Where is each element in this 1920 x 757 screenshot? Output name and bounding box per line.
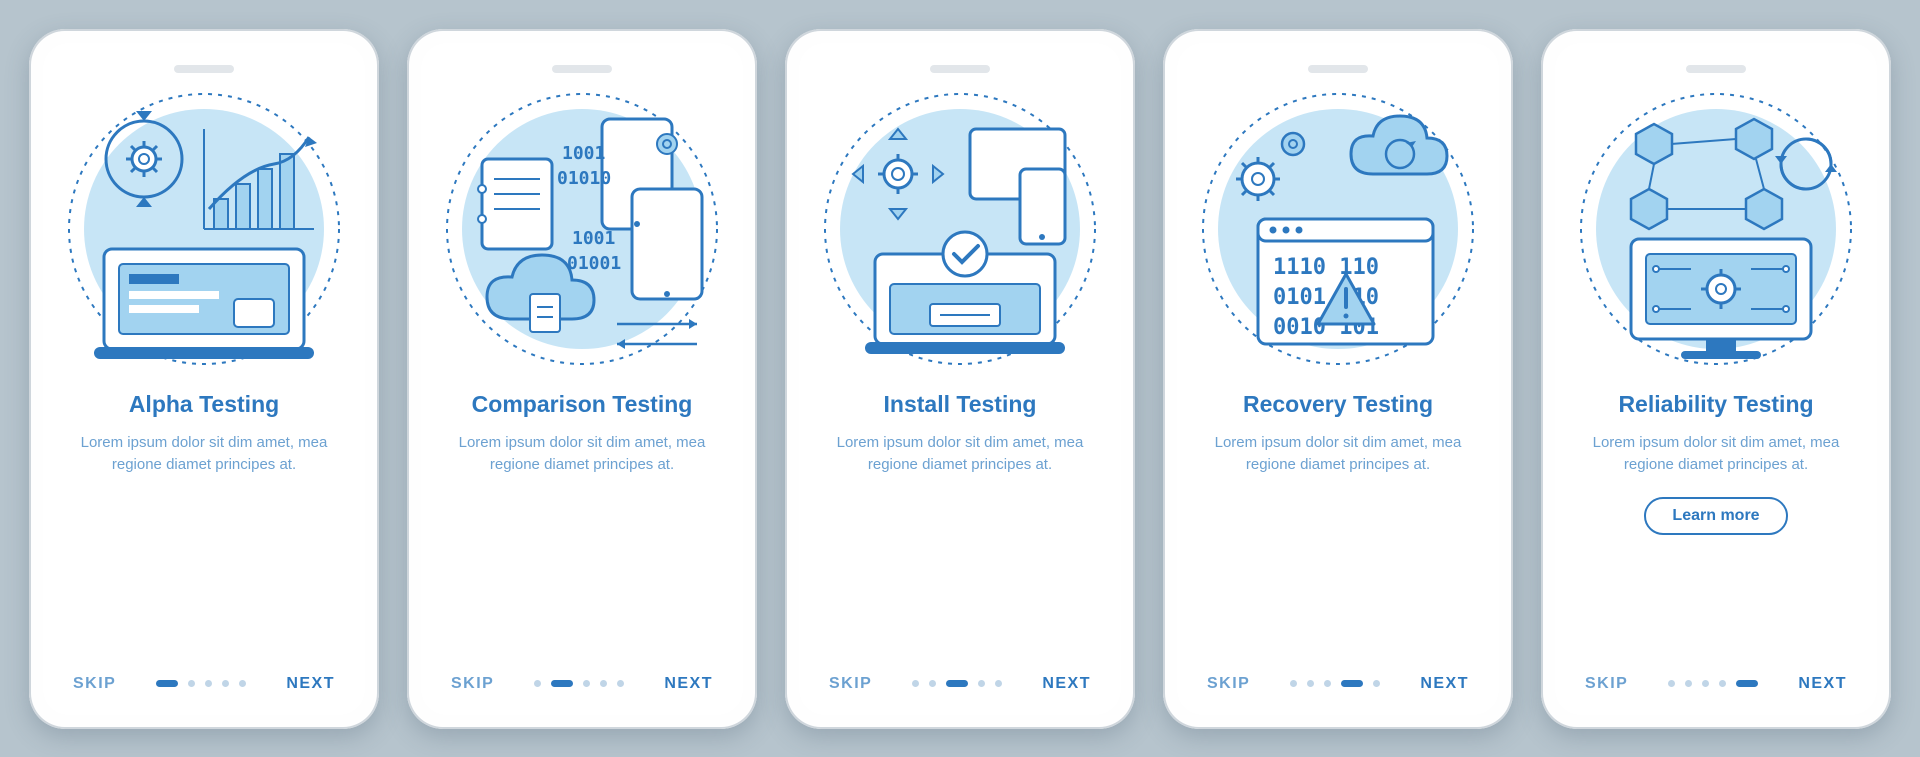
next-button[interactable]: NEXT <box>1042 675 1091 693</box>
recovery-testing-icon: 1110 110 0101 010 0010 101 <box>1198 89 1478 369</box>
dot[interactable] <box>1307 680 1314 687</box>
screen-description: Lorem ipsum dolor sit dim amet, mea regi… <box>1586 432 1846 477</box>
learn-more-button[interactable]: Learn more <box>1644 497 1787 535</box>
screen-title: Install Testing <box>884 391 1037 418</box>
dot[interactable] <box>1702 680 1709 687</box>
svg-text:1001: 1001 <box>562 143 605 164</box>
dot[interactable] <box>583 680 590 687</box>
dot[interactable] <box>205 680 212 687</box>
dot[interactable] <box>1668 680 1675 687</box>
page-indicator <box>912 680 1002 687</box>
page-indicator <box>1668 680 1758 687</box>
next-button[interactable]: NEXT <box>1798 675 1847 693</box>
onboarding-screen: Reliability Testing Lorem ipsum dolor si… <box>1555 43 1877 715</box>
screen-title: Reliability Testing <box>1618 391 1813 418</box>
phone-mockup: Install Testing Lorem ipsum dolor sit di… <box>785 29 1135 729</box>
phone-speaker <box>930 65 990 73</box>
comparison-testing-icon: 1001 01010 1001 01001 <box>442 89 722 369</box>
dot[interactable] <box>978 680 985 687</box>
dot[interactable] <box>1685 680 1692 687</box>
skip-button[interactable]: SKIP <box>73 675 116 693</box>
next-button[interactable]: NEXT <box>1420 675 1469 693</box>
screen-description: Lorem ipsum dolor sit dim amet, mea regi… <box>830 432 1090 477</box>
phone-speaker <box>174 65 234 73</box>
phone-mockup: Alpha Testing Lorem ipsum dolor sit dim … <box>29 29 379 729</box>
page-indicator <box>1290 680 1380 687</box>
dot[interactable] <box>995 680 1002 687</box>
skip-button[interactable]: SKIP <box>1207 675 1250 693</box>
phone-mockup: 1110 110 0101 010 0010 101 Recovery Test… <box>1163 29 1513 729</box>
dot[interactable] <box>222 680 229 687</box>
dot[interactable] <box>239 680 246 687</box>
dot[interactable] <box>946 680 968 687</box>
dot[interactable] <box>1324 680 1331 687</box>
nav-bar: SKIP NEXT <box>1177 675 1499 693</box>
screen-description: Lorem ipsum dolor sit dim amet, mea regi… <box>74 432 334 477</box>
screen-title: Comparison Testing <box>472 391 693 418</box>
onboarding-screen: Install Testing Lorem ipsum dolor sit di… <box>799 43 1121 715</box>
dot[interactable] <box>188 680 195 687</box>
dot[interactable] <box>156 680 178 687</box>
svg-text:1110 110: 1110 110 <box>1273 255 1379 280</box>
next-button[interactable]: NEXT <box>286 675 335 693</box>
onboarding-screen: 1001 01010 1001 01001 Comparison Testing… <box>421 43 743 715</box>
dot[interactable] <box>534 680 541 687</box>
dot[interactable] <box>1290 680 1297 687</box>
dot[interactable] <box>617 680 624 687</box>
dot[interactable] <box>929 680 936 687</box>
page-indicator <box>156 680 246 687</box>
reliability-testing-icon <box>1576 89 1856 369</box>
nav-bar: SKIP NEXT <box>43 675 365 693</box>
skip-button[interactable]: SKIP <box>451 675 494 693</box>
phone-mockup: Reliability Testing Lorem ipsum dolor si… <box>1541 29 1891 729</box>
phone-speaker <box>1686 65 1746 73</box>
alpha-testing-icon <box>64 89 344 369</box>
svg-text:01010: 01010 <box>557 168 611 189</box>
svg-text:01001: 01001 <box>567 253 621 274</box>
dot[interactable] <box>1736 680 1758 687</box>
install-testing-icon <box>820 89 1100 369</box>
dot[interactable] <box>1373 680 1380 687</box>
screen-title: Alpha Testing <box>129 391 279 418</box>
next-button[interactable]: NEXT <box>664 675 713 693</box>
nav-bar: SKIP NEXT <box>799 675 1121 693</box>
phone-speaker <box>552 65 612 73</box>
onboarding-screen: 1110 110 0101 010 0010 101 Recovery Test… <box>1177 43 1499 715</box>
screen-description: Lorem ipsum dolor sit dim amet, mea regi… <box>1208 432 1468 477</box>
onboarding-screen: Alpha Testing Lorem ipsum dolor sit dim … <box>43 43 365 715</box>
dot[interactable] <box>1719 680 1726 687</box>
svg-text:1001: 1001 <box>572 228 615 249</box>
screen-description: Lorem ipsum dolor sit dim amet, mea regi… <box>452 432 712 477</box>
nav-bar: SKIP NEXT <box>421 675 743 693</box>
dot[interactable] <box>912 680 919 687</box>
page-indicator <box>534 680 624 687</box>
dot[interactable] <box>600 680 607 687</box>
phone-speaker <box>1308 65 1368 73</box>
screen-title: Recovery Testing <box>1243 391 1433 418</box>
skip-button[interactable]: SKIP <box>829 675 872 693</box>
dot[interactable] <box>551 680 573 687</box>
phone-mockup: 1001 01010 1001 01001 Comparison Testing… <box>407 29 757 729</box>
skip-button[interactable]: SKIP <box>1585 675 1628 693</box>
nav-bar: SKIP NEXT <box>1555 675 1877 693</box>
dot[interactable] <box>1341 680 1363 687</box>
